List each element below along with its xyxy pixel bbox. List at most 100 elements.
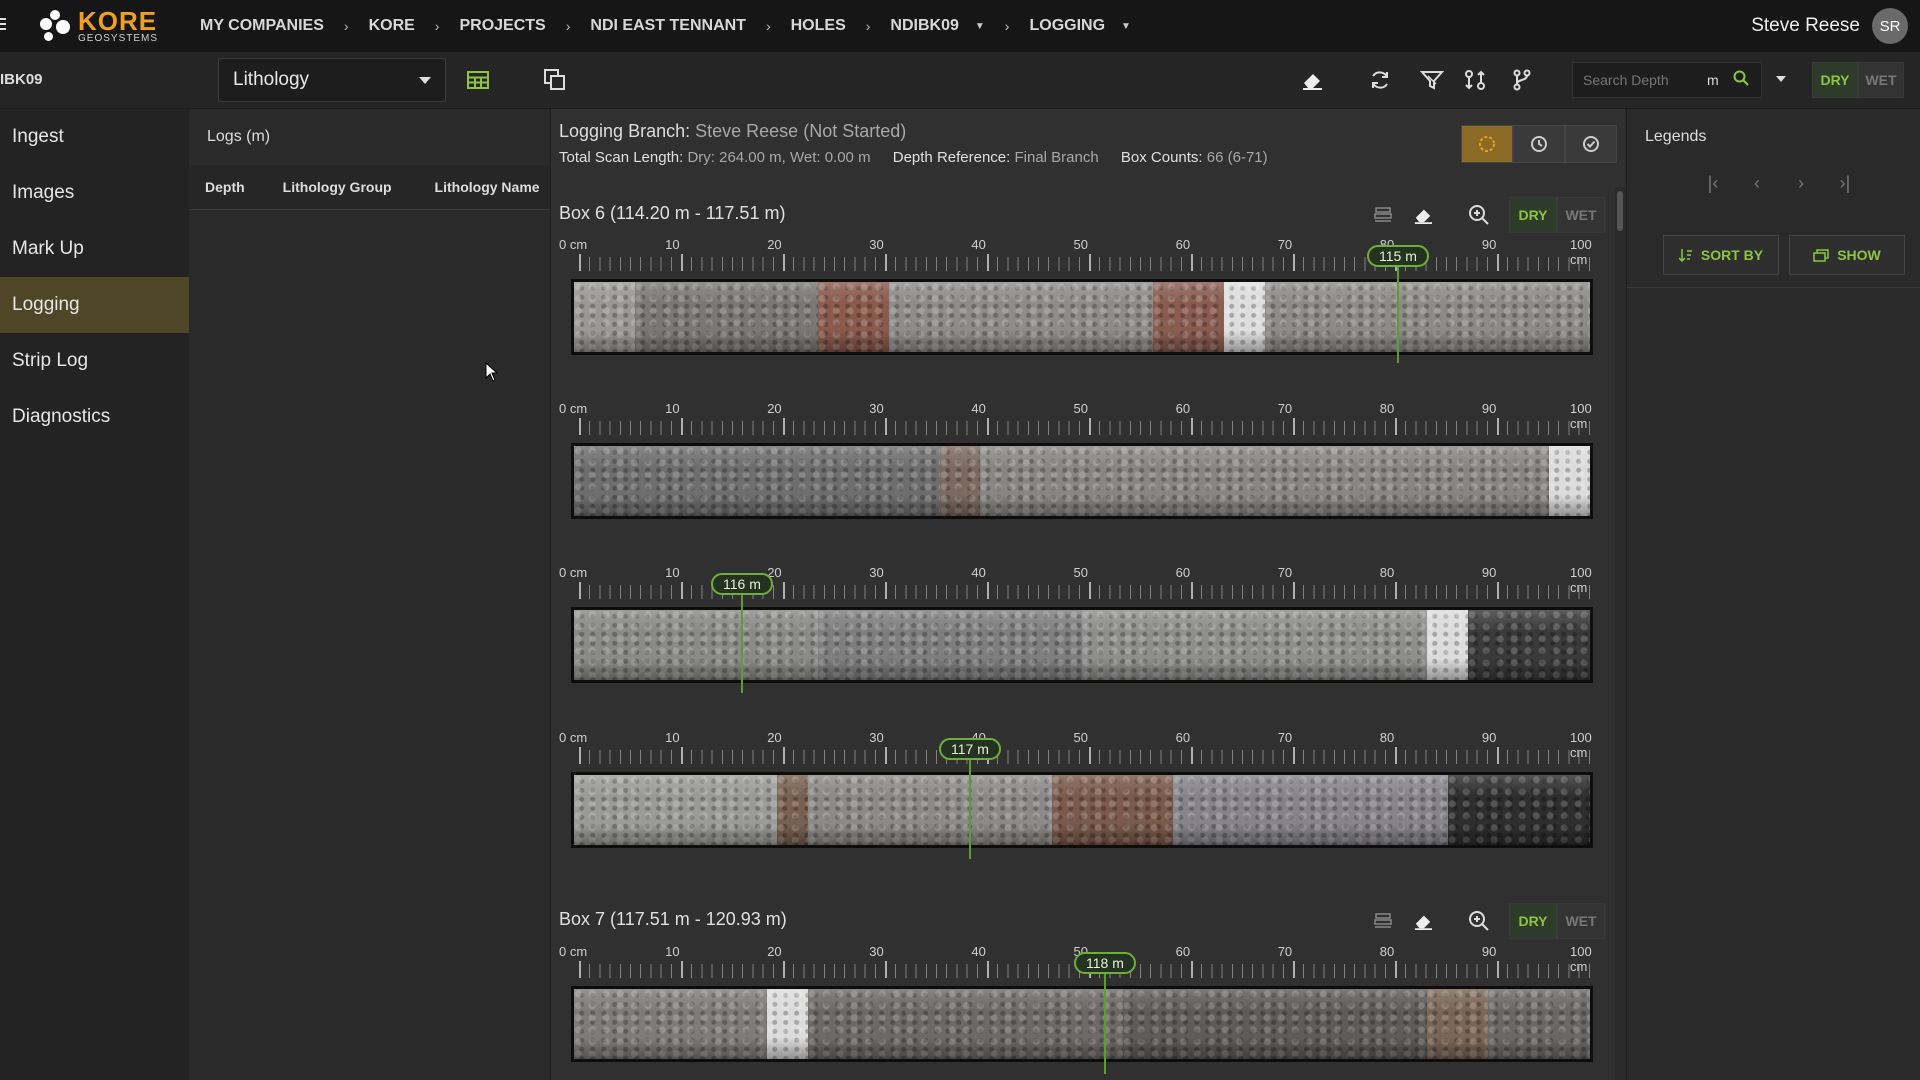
eraser-icon[interactable] [1298,66,1326,94]
ruler-major-ticks [579,747,1599,764]
core-segment [1173,775,1448,845]
kore-logo[interactable]: KORE GEOSYSTEMS [34,0,158,52]
sidebar-item-mark-up[interactable]: Mark Up [0,221,189,277]
column-header-lithology-group[interactable]: Lithology Group [283,179,392,195]
dashed-circle-icon [1479,136,1495,152]
depth-marker[interactable]: 116 m [711,573,773,693]
box-dry-button[interactable]: DRY [1509,197,1557,233]
ruler-tick-label: 10 [665,237,680,252]
breadcrumb-kore[interactable]: KORE [369,17,415,35]
search-depth-field[interactable]: m [1572,62,1762,98]
scrollbar-thumb[interactable] [1617,191,1623,231]
depth-reference-label: Depth Reference: [892,149,1011,166]
ruler-tick-label: 80 [1379,944,1395,959]
box-counts-label: Box Counts: [1120,149,1203,166]
column-header-lithology-name[interactable]: Lithology Name [435,179,540,195]
column-header-depth[interactable]: Depth [205,179,245,195]
table-icon[interactable] [464,66,492,94]
depth-marker-label: 118 m [1074,952,1136,974]
branch-label: Logging Branch: [559,121,691,141]
zoom-in-icon[interactable] [1465,907,1493,935]
previous-page-icon[interactable]: ‹ [1735,173,1779,194]
breadcrumb-logging[interactable]: LOGGING ▼ [1029,17,1130,35]
ruler-tick-label: 40 [971,944,986,959]
filter-icon[interactable] [1418,66,1446,94]
sort-by-button[interactable]: SORT BY [1663,235,1779,275]
ruler-tick-label: 60 [1175,944,1191,959]
core-row-image[interactable] [571,443,1593,519]
logs-panel: Logs (m) Depth Lithology Group Lithology… [189,109,551,1080]
breadcrumb-my-companies[interactable]: MY COMPANIES [200,17,324,35]
ruler-tick-label: 50 [1073,237,1088,252]
legends-title: Legends [1645,128,1707,145]
menu-icon[interactable] [0,16,16,37]
box-wet-button[interactable]: WET [1557,197,1605,233]
breadcrumb-project-name[interactable]: NDI EAST TENNANT [590,17,746,35]
ruler-tick-label: 10 [665,944,680,959]
depth-marker-label: 116 m [711,573,773,595]
complete-status-button[interactable] [1565,125,1617,163]
ruler-tick-label: 20 [767,944,782,959]
depth-marker-line [740,595,743,693]
logs-table-header: Depth Lithology Group Lithology Name [189,165,550,210]
sidebar-item-images[interactable]: Images [0,165,189,221]
depth-marker[interactable]: 117 m [939,738,1001,859]
dry-button[interactable]: DRY [1812,62,1858,98]
branch-icon[interactable] [1508,66,1536,94]
box-tools: DRY WET [1357,903,1605,939]
box-dry-button[interactable]: DRY [1509,903,1557,939]
core-segment [980,446,1550,516]
branch-status: (Not Started) [803,121,907,141]
search-dropdown-caret-icon[interactable] [1776,76,1786,82]
sidebar-item-strip-log[interactable]: Strip Log [0,333,189,389]
ruler-tick-label: 50 [1073,401,1088,416]
sidebar-item-logging[interactable]: Logging [0,277,189,333]
hole-id-label: IBK09 [0,71,43,88]
stack-icon[interactable] [1369,201,1397,229]
next-page-icon[interactable]: › [1779,173,1823,194]
ruler-tick-label: 80 [1379,565,1395,580]
last-page-icon[interactable]: ›| [1823,173,1867,194]
first-page-icon[interactable]: |‹ [1691,173,1735,194]
in-progress-status-button[interactable] [1513,125,1565,163]
breadcrumb: MY COMPANIES › KORE › PROJECTS › NDI EAS… [200,0,1131,52]
refresh-icon[interactable] [1366,66,1394,94]
depth-marker[interactable]: 115 m [1367,245,1429,363]
sidebar-item-diagnostics[interactable]: Diagnostics [0,389,189,445]
user-menu[interactable]: Steve Reese SR [1751,0,1908,52]
scan-meta: Total Scan Length: Dry: 264.00 m, Wet: 0… [559,149,1286,166]
show-button[interactable]: SHOW [1789,235,1905,275]
depth-marker[interactable]: 118 m [1074,952,1136,1074]
wet-button[interactable]: WET [1858,62,1904,98]
scrollbar[interactable] [1615,187,1625,1080]
sidebar-item-ingest[interactable]: Ingest [0,109,189,165]
lithology-select[interactable]: Lithology [218,58,446,102]
ruler-tick-label: 70 [1277,237,1293,252]
eraser-icon[interactable] [1409,201,1437,229]
swap-icon[interactable] [1461,66,1489,94]
copy-icon[interactable] [541,66,569,94]
core-segment [1468,610,1590,680]
sort-by-label: SORT BY [1700,247,1764,263]
breadcrumb-projects[interactable]: PROJECTS [459,17,545,35]
box-wet-button[interactable]: WET [1557,903,1605,939]
core-row-image[interactable] [571,772,1593,848]
eraser-icon[interactable] [1409,907,1437,935]
ruler: 0 cm102030405060708090100 cm [559,730,1609,768]
stack-icon[interactable] [1369,907,1397,935]
avatar[interactable]: SR [1872,8,1908,44]
search-depth-input[interactable] [1581,71,1705,89]
ruler-tick-label: 10 [665,401,680,416]
search-icon[interactable] [1733,70,1749,91]
not-started-status-button[interactable] [1461,125,1513,163]
ruler-tick-label: 50 [1073,730,1088,745]
status-toggle-group [1461,125,1617,163]
core-segment [807,775,1052,845]
chevron-right-icon: › [434,18,440,34]
core-row-image[interactable] [571,279,1593,355]
core-segment [574,282,635,352]
breadcrumb-holes[interactable]: HOLES [791,17,846,35]
core-segment [1427,989,1489,1059]
breadcrumb-hole[interactable]: NDIBK09 ▼ [890,17,984,35]
zoom-in-icon[interactable] [1465,201,1493,229]
